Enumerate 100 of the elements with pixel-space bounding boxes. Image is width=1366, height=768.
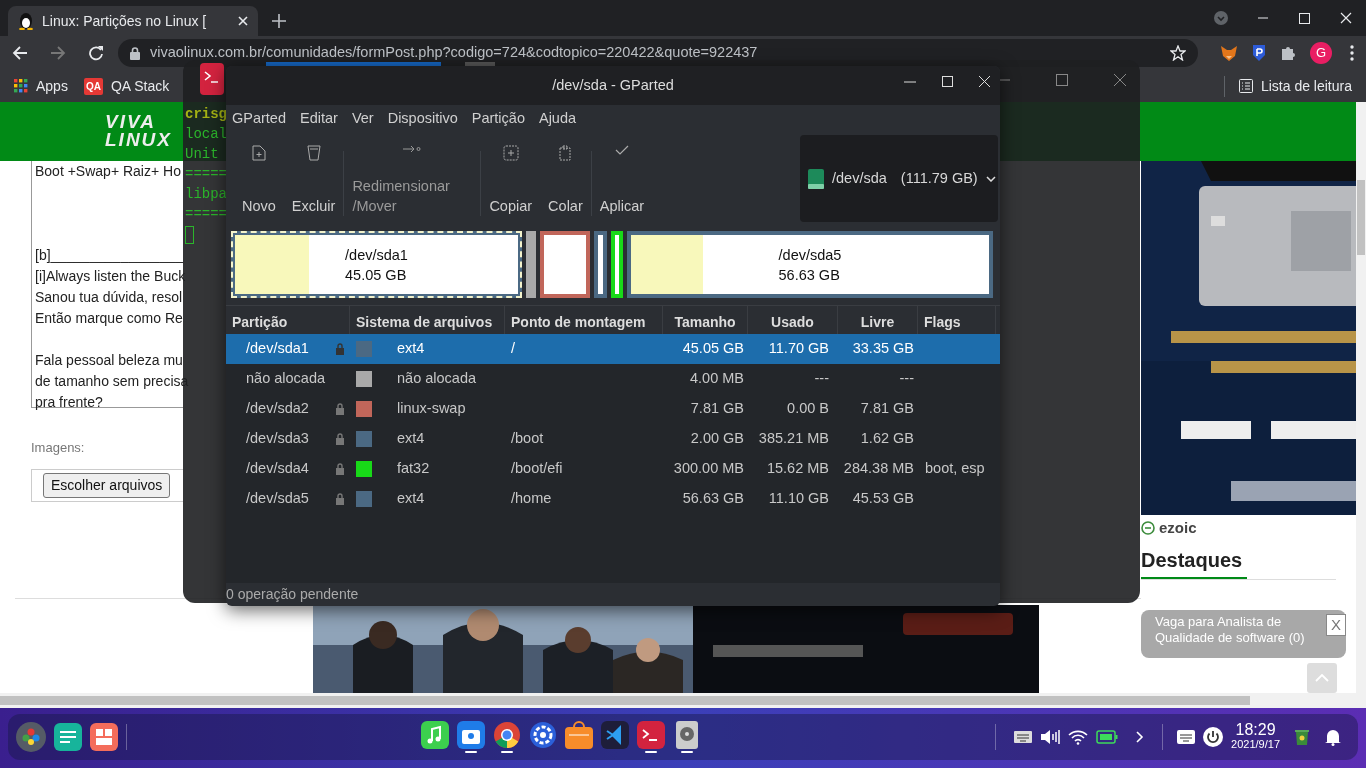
chevron-up-icon [1315, 674, 1329, 682]
partition-row[interactable]: /dev/sda2 linux-swap 7.81 GB 0.00 B 7.81 GB [226, 394, 1000, 424]
table-cell: 45.53 GB [852, 490, 914, 507]
table-cell-text: não alocada [246, 369, 326, 389]
multitask-icon[interactable] [54, 723, 82, 751]
reading-list-link[interactable]: Lista de leitura [1223, 75, 1352, 97]
partition-segment[interactable]: /dev/sda5 56.63 GB [627, 231, 993, 298]
file-input[interactable]: Escolher arquivos [31, 469, 183, 502]
shield-icon[interactable] [1252, 44, 1266, 62]
menu-item[interactable]: Dispositivo [387, 108, 458, 130]
partition-size: 56.63 GB [778, 265, 841, 285]
ezoic-icon [1141, 520, 1155, 535]
table-cell: / [511, 340, 516, 357]
close-button[interactable]: X [1326, 614, 1346, 636]
music-note-icon[interactable] [421, 721, 450, 749]
table-cell: --- [814, 370, 829, 387]
text-cursor [185, 226, 194, 244]
text-line: Boot +Swap+ Raiz+ Ho [35, 161, 181, 181]
keyboard-icon[interactable] [1014, 731, 1033, 743]
table-cell: 2.00 GB [690, 430, 744, 447]
apps-grid-icon [14, 79, 28, 93]
power-icon[interactable] [1203, 727, 1224, 747]
tab-search-icon[interactable] [1213, 10, 1229, 26]
app-grid-icon[interactable] [90, 723, 118, 751]
text-line: Então marque como Re [35, 308, 183, 328]
logo-text[interactable]: LINUX [105, 131, 172, 150]
device-selector[interactable]: /dev/sda (111.79 GB) [800, 135, 998, 222]
horizontal-scrollbar[interactable] [0, 693, 1366, 708]
text-line: [b]_________________ [35, 245, 183, 265]
shopping-bag-icon[interactable] [565, 721, 594, 749]
partition-row[interactable]: /dev/sda1 ext4 / 45.05 GB 11.70 GB 33.35 GB [226, 334, 1000, 364]
partition-segment[interactable]: /dev/sda1 45.05 GB [231, 231, 522, 298]
menu-item[interactable]: GParted [232, 108, 286, 130]
toolbar-button[interactable]: Aplicar [591, 141, 653, 216]
trash-icon [306, 145, 321, 161]
arrow-icon [403, 145, 422, 153]
browser-tab[interactable]: Linux: Partições no Linux [ [8, 6, 258, 36]
forward-icon[interactable] [50, 45, 66, 61]
menu-item[interactable]: Ver [351, 108, 374, 130]
trash-icon[interactable] [1294, 728, 1310, 746]
new-tab-icon[interactable] [272, 14, 286, 28]
wifi-icon[interactable] [1068, 729, 1089, 745]
volume-icon[interactable] [1040, 729, 1061, 745]
back-icon[interactable] [12, 45, 28, 61]
copy-icon [502, 145, 519, 161]
toolbar-button[interactable]: Copiar [481, 141, 541, 216]
partition-row[interactable]: não alocada não alocada 4.00 MB --- --- [226, 364, 1000, 394]
partition-row[interactable]: /dev/sda5 ext4 /home 56.63 GB 11.10 GB 45.53 GB [226, 484, 1000, 514]
table-cell: 4.00 MB [690, 370, 744, 387]
partition-segment[interactable] [540, 231, 590, 298]
text-line: pra frente? [35, 392, 103, 412]
terminal-line: ===== [185, 205, 227, 224]
table-cell-text: /dev/sda2 [246, 399, 310, 419]
launcher-icon[interactable] [16, 722, 46, 752]
menu-item[interactable]: Ajuda [538, 108, 577, 130]
terminal-icon[interactable] [200, 63, 224, 95]
vertical-scrollbar[interactable] [1356, 102, 1366, 693]
table-cell: /boot [511, 430, 544, 447]
bookmark-link[interactable]: QA QA Stack [83, 75, 170, 97]
menu-item[interactable]: Partição [471, 108, 525, 130]
table-cell: 1.62 GB [860, 430, 914, 447]
gear-icon[interactable] [529, 721, 558, 749]
bell-icon[interactable] [1324, 728, 1342, 746]
reload-icon[interactable] [88, 45, 104, 61]
partition-segment[interactable] [594, 231, 607, 298]
penguin-icon [18, 12, 34, 30]
partition-size: 45.05 GB [345, 265, 408, 285]
file-button[interactable]: Escolher arquivos [43, 473, 171, 498]
terminal-line: ===== [185, 165, 227, 184]
partition-name: /dev/sda1 [345, 245, 408, 265]
chrome-icon[interactable] [493, 721, 522, 749]
code-editor-icon[interactable] [601, 721, 630, 749]
menu-item[interactable]: Editar [300, 108, 338, 130]
star-icon[interactable] [1170, 45, 1186, 61]
table-cell: /home [511, 490, 552, 507]
more-icon[interactable] [1350, 45, 1354, 61]
table-cell: --- [899, 370, 914, 387]
profile-avatar[interactable]: G [1310, 42, 1332, 64]
partition-row[interactable]: /dev/sda3 ext4 /boot 2.00 GB 385.21 MB 1.62 GB [226, 424, 1000, 454]
text-line: Fala pessoal beleza mu [35, 350, 183, 370]
notification-toast[interactable]: Vaga para Analista de Qualidade de software (0) X [1141, 610, 1346, 658]
keyboard-icon[interactable] [1177, 730, 1196, 744]
table-cell: 385.21 MB [758, 430, 829, 447]
table-cell: 45.05 GB [682, 340, 744, 357]
toolbar-button[interactable]: Novo [234, 141, 284, 216]
terminal-line: libpa [185, 185, 227, 204]
toolbar-button[interactable]: Excluir [283, 141, 344, 216]
battery-icon[interactable] [1096, 730, 1119, 744]
toolbar-button[interactable]: Colar [540, 141, 591, 216]
chevron-right-icon[interactable] [1136, 731, 1145, 743]
terminal-icon[interactable] [637, 721, 666, 749]
puzzle-icon[interactable] [1280, 45, 1296, 61]
terminal-line: local [185, 125, 227, 144]
store-bag-icon[interactable] [457, 721, 486, 749]
check-icon [614, 145, 629, 156]
logo-text[interactable]: VIVA [105, 113, 172, 132]
bookmark-link[interactable]: Apps [14, 75, 68, 97]
partition-row[interactable]: /dev/sda4 fat32 /boot/efi 300.00 MB 15.62 MB 284.38 MB boot, esp [226, 454, 1000, 484]
fox-icon[interactable] [1220, 44, 1238, 62]
table-cell-text: /dev/sda3 [246, 429, 310, 449]
